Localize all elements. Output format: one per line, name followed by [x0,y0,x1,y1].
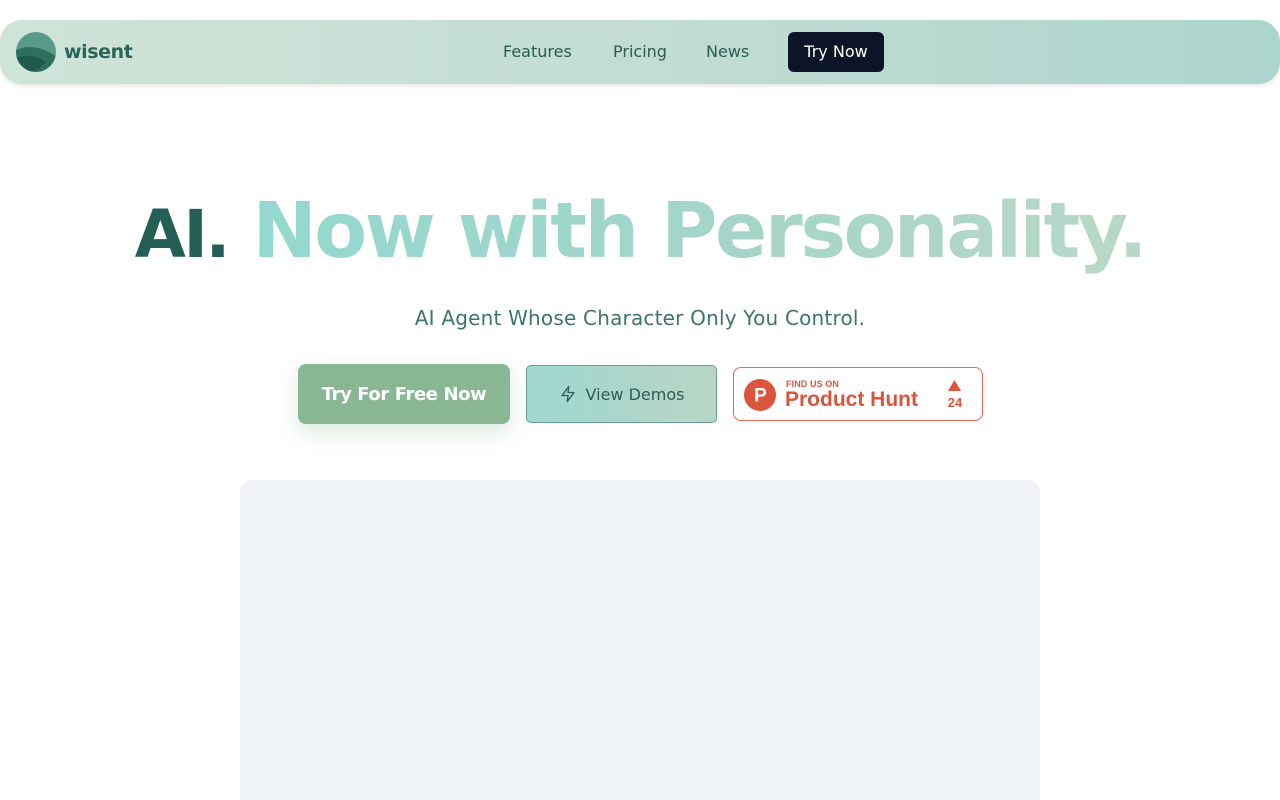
try-for-free-button[interactable]: Try For Free Now [298,364,510,424]
upvote-triangle-icon [948,380,961,391]
try-now-button[interactable]: Try Now [788,32,884,72]
product-hunt-name: Product Hunt [785,388,918,411]
navbar: wisent Features Pricing News Try Now [0,20,1280,84]
nav-link-pricing[interactable]: Pricing [613,40,667,64]
product-hunt-badge[interactable]: P FIND US ON Product Hunt 24 [733,367,983,421]
product-hunt-logo-icon: P [744,379,776,411]
page: wisent Features Pricing News Try Now AI.… [0,0,1280,800]
hero-subtitle: AI Agent Whose Character Only You Contro… [414,306,866,330]
view-demos-button[interactable]: View Demos [526,365,717,423]
demo-media-placeholder [240,480,1040,800]
nav-link-news[interactable]: News [706,40,749,64]
brand-name: wisent [64,41,133,63]
wisent-logo-icon [16,32,56,72]
view-demos-label: View Demos [585,384,685,404]
nav-link-features[interactable]: Features [503,40,572,64]
hero-title-gradient: Now with Personality. [252,187,1147,276]
lightning-bolt-icon [560,385,575,403]
product-hunt-logo-letter: P [754,386,767,407]
hero-title: AI. Now with Personality. [0,184,1280,280]
brand-link[interactable]: wisent [16,32,133,72]
hero-title-strong: AI. [134,196,231,273]
product-hunt-upvote-count: 24 [947,395,963,410]
